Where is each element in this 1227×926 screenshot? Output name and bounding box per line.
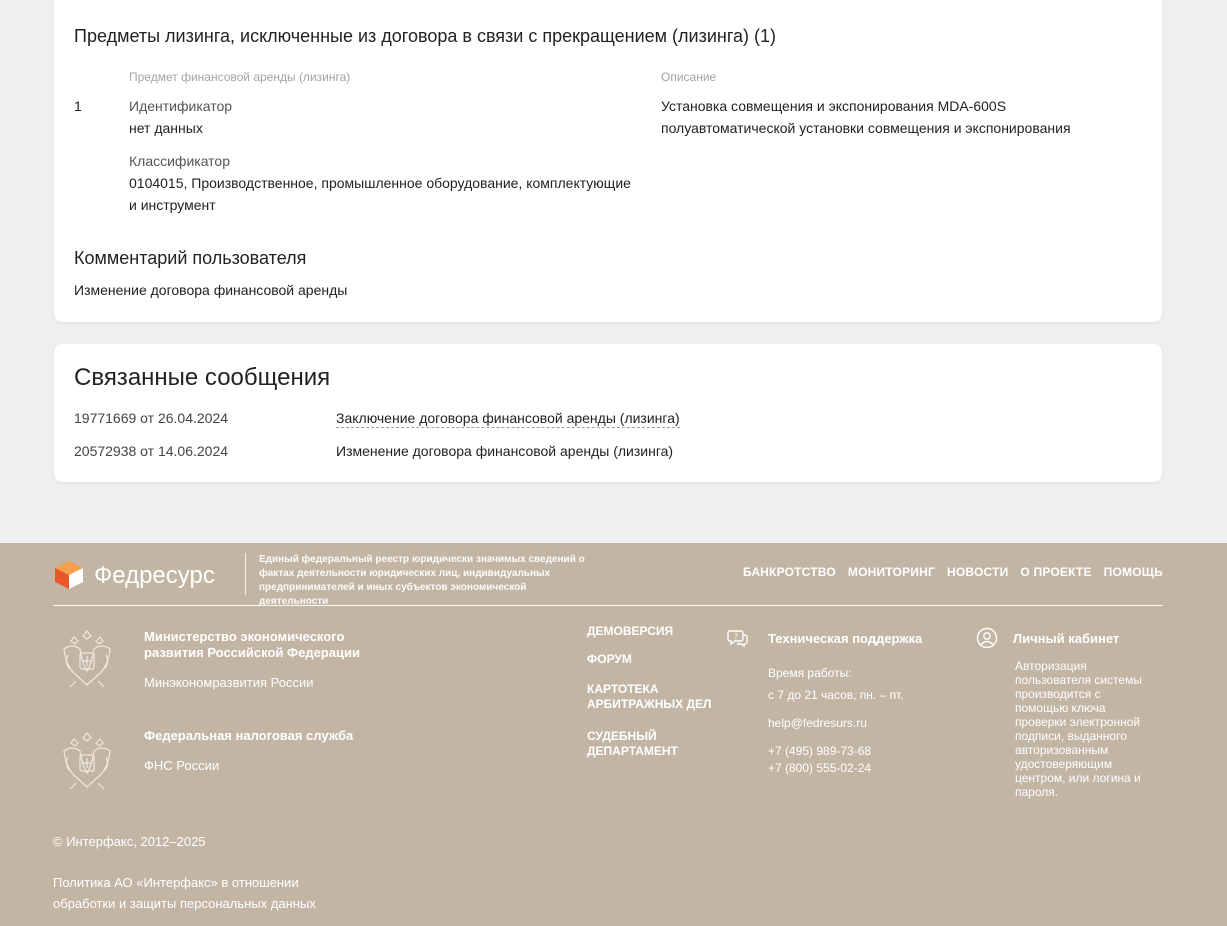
description-line1: Установка совмещения и экспонирования MD… <box>661 98 1007 114</box>
support-email[interactable]: help@fedresurs.ru <box>768 716 867 730</box>
identifier-value: нет данных <box>129 120 203 136</box>
personal-account-text: Авторизация пользователя системы произво… <box>1015 659 1142 799</box>
related-message-link[interactable]: Заключение договора финансовой аренды (л… <box>336 410 680 428</box>
chat-support-icon: ? <box>727 630 748 648</box>
brand-divider <box>245 553 246 595</box>
row-number: 1 <box>74 98 82 114</box>
coat-of-arms-icon <box>63 732 111 790</box>
classifier-value-line1: 0104015, Производственное, промышленное … <box>129 175 631 191</box>
link-judicial-department-line2[interactable]: ДЕПАРТАМЕНТ <box>587 744 678 758</box>
org-ministry-name[interactable]: Министерство экономического <box>144 629 344 644</box>
classifier-value-line2: и инструмент <box>129 197 216 213</box>
footer-divider <box>53 605 1163 606</box>
org-ministry-name-line2[interactable]: развития Российской Федерации <box>144 645 360 660</box>
link-demo[interactable]: ДЕМОВЕРСИЯ <box>587 624 673 638</box>
nav-help[interactable]: ПОМОЩЬ <box>1104 565 1163 579</box>
comment-title: Комментарий пользователя <box>74 248 307 268</box>
org-tax-service-name[interactable]: Федеральная налоговая служба <box>144 728 353 743</box>
copyright: © Интерфакс, 2012–2025 <box>53 834 206 849</box>
link-judicial-department[interactable]: СУДЕБНЫЙ <box>587 729 657 743</box>
identifier-label: Идентификатор <box>129 98 233 114</box>
column-description-header: Описание <box>661 70 717 84</box>
support-title: Техническая поддержка <box>768 631 923 646</box>
related-messages-title: Связанные сообщения <box>74 364 331 391</box>
site-footer: Федресурс Единый федеральный реестр юрид… <box>0 543 1227 926</box>
support-phone[interactable]: +7 (495) 989-73-68 <box>768 744 871 758</box>
brand-tagline: Единый федеральный реестр юридически зна… <box>259 554 585 607</box>
org-tax-service-short: ФНС России <box>144 758 220 773</box>
related-message-number: 20572938 от 14.06.2024 <box>74 443 229 459</box>
org-ministry-short: Минэкономразвития России <box>144 675 314 690</box>
nav-about[interactable]: О ПРОЕКТЕ <box>1020 565 1091 579</box>
nav-bankruptcy[interactable]: БАНКРОТСТВО <box>743 565 836 579</box>
brand-name[interactable]: Федресурс <box>94 562 215 590</box>
nav-news[interactable]: НОВОСТИ <box>947 565 1008 579</box>
description-line2: полуавтоматической установки совмещения … <box>661 120 1071 136</box>
related-message-current: Изменение договора финансовой аренды (ли… <box>336 443 674 459</box>
comment-text: Изменение договора финансовой аренды <box>74 282 348 298</box>
support-hours-label: Время работы: <box>768 666 852 680</box>
column-subject-header: Предмет финансовой аренды (лизинга) <box>129 70 351 84</box>
link-arbitration-cases-line2[interactable]: АРБИТРАЖНЫХ ДЕЛ <box>587 697 711 711</box>
coat-of-arms-icon <box>63 630 111 688</box>
excluded-items-title: Предметы лизинга, исключенные из договор… <box>74 26 776 46</box>
link-arbitration-cases[interactable]: КАРТОТЕКА <box>587 682 659 696</box>
privacy-policy-link[interactable]: Политика АО «Интерфакс» в отношении обра… <box>53 872 353 914</box>
personal-account-title[interactable]: Личный кабинет <box>1013 631 1119 646</box>
support-phone[interactable]: +7 (800) 555-02-24 <box>768 761 871 775</box>
support-hours: с 7 до 21 часов, пн. – пт. <box>768 688 904 702</box>
related-messages-card: Связанные сообщения 19771669 от 26.04.20… <box>54 344 1162 482</box>
excluded-items-card: Предметы лизинга, исключенные из договор… <box>54 0 1162 322</box>
related-message-number: 19771669 от 26.04.2024 <box>74 410 229 426</box>
link-forum[interactable]: ФОРУМ <box>587 652 632 666</box>
svg-text:?: ? <box>734 632 738 641</box>
fedresurs-logo-icon[interactable] <box>53 558 85 590</box>
classifier-label: Классификатор <box>129 153 231 169</box>
nav-monitoring[interactable]: МОНИТОРИНГ <box>848 565 935 579</box>
footer-nav: БАНКРОТСТВО МОНИТОРИНГ НОВОСТИ О ПРОЕКТЕ… <box>743 565 1163 579</box>
user-account-icon <box>976 627 998 649</box>
